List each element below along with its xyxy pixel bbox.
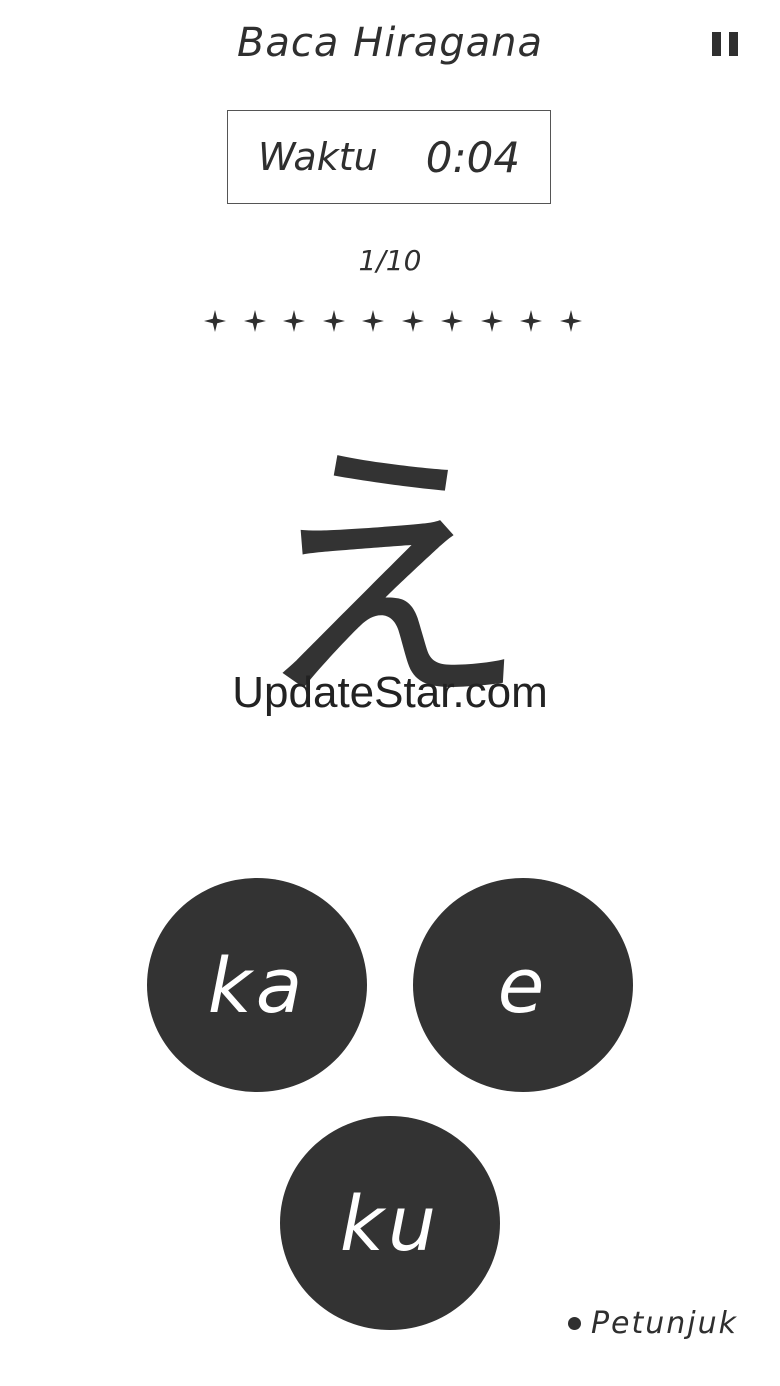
answer-option-ku[interactable]: ku <box>280 1116 500 1330</box>
timer-label: Waktu <box>257 135 378 179</box>
answer-option-e[interactable]: e <box>413 878 633 1092</box>
star-icon <box>520 310 543 332</box>
watermark-text: UpdateStar.com <box>232 668 548 717</box>
star-icon <box>204 310 226 332</box>
pause-icon <box>712 32 721 56</box>
timer-box: Waktu 0:04 <box>227 110 551 204</box>
pause-icon-bar <box>729 32 738 56</box>
progress-counter: 1/10 <box>358 244 422 277</box>
timer-value: 0:04 <box>425 132 521 182</box>
star-icon <box>243 310 266 332</box>
hint-label: Petunjuk <box>590 1306 738 1341</box>
answer-option-ka[interactable]: ka <box>147 878 367 1092</box>
star-icon <box>362 310 385 332</box>
star-icon <box>283 310 306 332</box>
star-icon <box>401 310 424 332</box>
pause-button[interactable] <box>712 32 738 58</box>
progress-stars <box>203 309 583 333</box>
star-icon <box>322 310 345 332</box>
bullet-icon <box>567 1317 581 1330</box>
page-title: Baca Hiragana <box>236 20 544 66</box>
star-icon <box>441 310 464 332</box>
star-icon <box>559 310 582 332</box>
star-icon <box>480 310 503 332</box>
hint-button[interactable]: Petunjuk <box>567 1306 738 1341</box>
